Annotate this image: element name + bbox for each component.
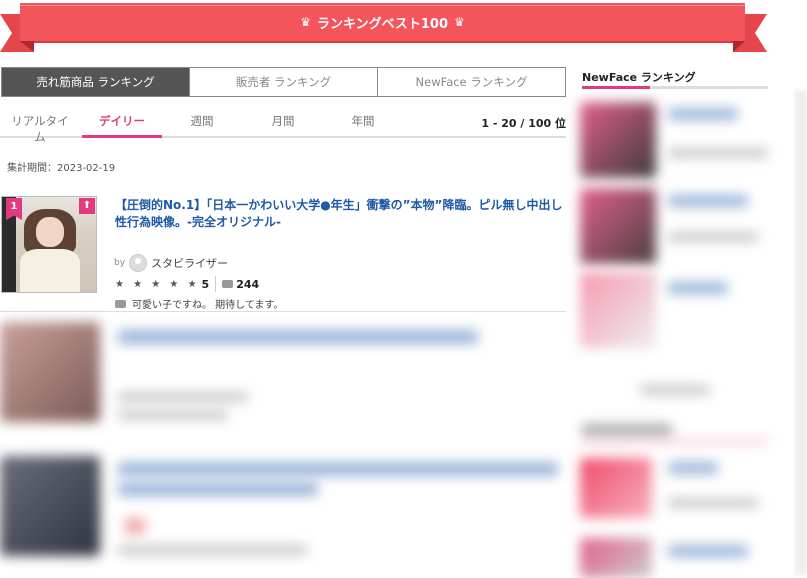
blurred-meta: [668, 498, 758, 508]
aggregation-period: 集計期間：2023-02-19: [7, 163, 116, 174]
thumbnail-face: [36, 217, 64, 247]
tab-monthly[interactable]: 月間: [263, 113, 303, 135]
sidebar-title-underline-active: [582, 86, 650, 89]
crown-icon: ♛: [454, 15, 465, 29]
comment-icon: [115, 299, 126, 308]
blurred-title: [668, 545, 748, 557]
rank-up-icon: ⬆: [79, 198, 95, 214]
sidebar-title: NewFace ランキング: [582, 71, 696, 84]
seller-avatar[interactable]: [129, 254, 148, 272]
blurred-thumbnail: [580, 272, 656, 348]
seller-row: by スタビライザー: [114, 254, 228, 272]
banner-title: ランキングベスト100: [316, 16, 448, 32]
blurred-heading: [582, 424, 672, 436]
latest-comment: 可愛い子ですね。 期待してます。: [115, 296, 283, 311]
stats-divider: [215, 276, 217, 292]
blurred-title: [668, 462, 718, 474]
blurred-title: [668, 282, 728, 294]
blurred-thumbnail: [580, 188, 656, 264]
tab-daily[interactable]: デイリー: [82, 113, 162, 138]
sidebar-title-underline: [582, 86, 768, 89]
star-rating-icon: ★ ★ ★ ★ ★: [115, 278, 200, 290]
blurred-thumbnail: [580, 102, 656, 178]
blurred-title: [668, 108, 738, 120]
seller-name[interactable]: スタビライザー: [151, 255, 228, 271]
banner-title-wrap: ♛ ランキングベスト100 ♛: [20, 3, 745, 41]
page-edge: [795, 90, 807, 575]
blurred-thumbnail: [0, 322, 100, 422]
tab-yearly[interactable]: 年間: [343, 113, 383, 135]
blurred-badge: [125, 518, 145, 534]
comment-text: 可愛い子ですね。 期待してます。: [132, 300, 284, 311]
tab-newface-ranking[interactable]: NewFace ランキング: [377, 68, 565, 96]
tab-realtime[interactable]: リアルタイム: [6, 113, 74, 144]
blurred-meta: [668, 148, 768, 158]
stats-row: ★ ★ ★ ★ ★ 5 244: [115, 276, 259, 292]
by-label: by: [114, 258, 126, 268]
blurred-title: [118, 462, 558, 476]
tab-seller-ranking[interactable]: 販売者 ランキング: [189, 68, 377, 96]
blurred-title: [118, 330, 478, 344]
blurred-meta: [118, 410, 228, 420]
product-title-link[interactable]: 【圧倒的No.1】「日本一かわいい大学●年生」衝撃の”本物”降臨。ピル無し中出し…: [115, 197, 565, 231]
page-count: 1 - 20 / 100 位: [481, 117, 566, 130]
blurred-thumbnail: [580, 458, 652, 518]
tab-product-ranking[interactable]: 売れ筋商品 ランキング: [2, 68, 189, 96]
blurred-title: [668, 195, 748, 207]
blurred-title: [118, 482, 318, 496]
crown-icon: ♛: [300, 15, 311, 29]
blurred-thumbnail: [580, 538, 652, 578]
ranking-banner: ♛ ランキングベスト100 ♛: [0, 0, 770, 56]
ranking-type-tabs: 売れ筋商品 ランキング 販売者 ランキング NewFace ランキング: [1, 67, 566, 97]
tab-weekly[interactable]: 週間: [182, 113, 222, 135]
item-divider: [0, 311, 566, 312]
comment-icon: [222, 280, 234, 288]
comment-count: 244: [236, 277, 260, 291]
blurred-meta: [118, 545, 308, 555]
blurred-thumbnail: [0, 456, 100, 556]
blurred-underline: [582, 440, 768, 443]
thumbnail-body: [20, 249, 80, 292]
blurred-meta: [668, 232, 758, 242]
period-tabs: リアルタイム デイリー 週間 月間 年間 1 - 20 / 100 位: [0, 108, 566, 144]
rating-value: 5: [201, 277, 210, 291]
blurred-label: [640, 385, 710, 395]
blurred-meta: [118, 392, 248, 402]
